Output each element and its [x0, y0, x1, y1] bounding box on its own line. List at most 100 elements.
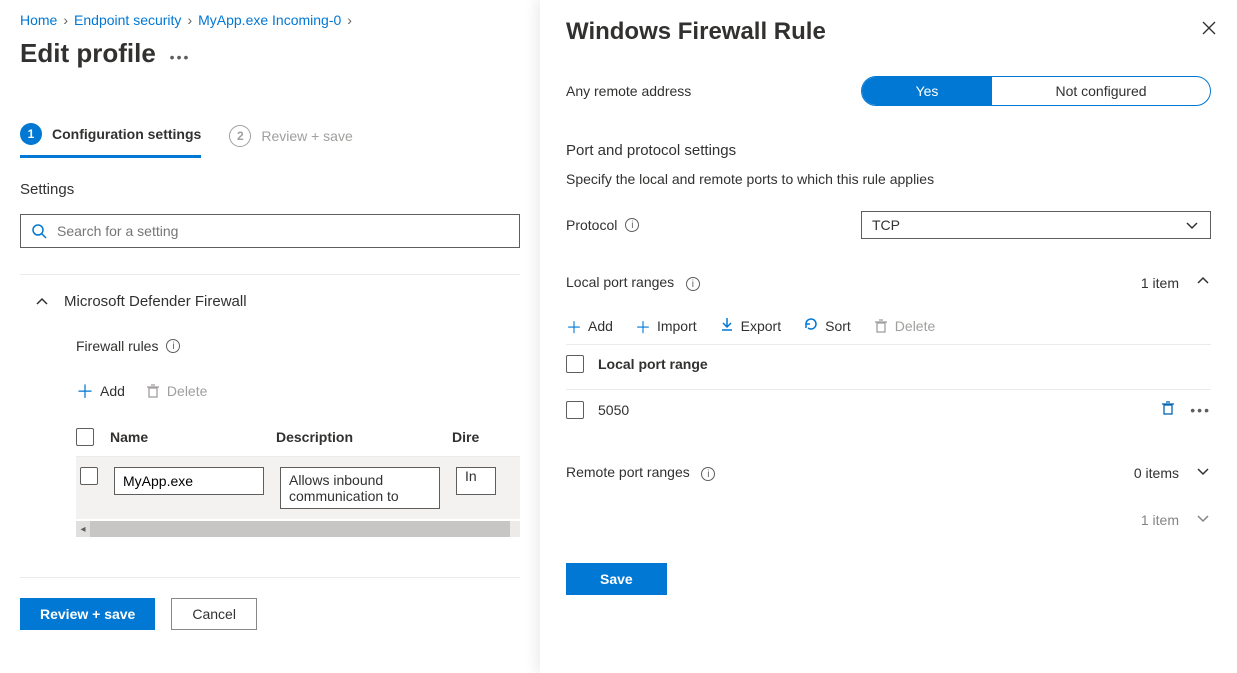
main-pane: Home › Endpoint security › MyApp.exe Inc… [0, 0, 540, 673]
section-title: Microsoft Defender Firewall [64, 293, 247, 310]
add-label: Add [588, 318, 613, 334]
horizontal-scrollbar[interactable]: ◂ [76, 521, 520, 537]
remote-port-ranges[interactable]: Remote port ranges i 0 items [566, 463, 1211, 482]
add-rule-button[interactable]: ＋ Add [76, 378, 125, 404]
plus-icon: ＋ [76, 378, 94, 404]
delete-label: Delete [167, 383, 207, 399]
step-configuration[interactable]: 1 Configuration settings [20, 123, 201, 158]
add-label: Add [100, 383, 125, 399]
info-icon[interactable]: i [166, 339, 180, 353]
table-row[interactable]: Allows inbound communication to In [76, 457, 520, 519]
import-button[interactable]: ＋ Import [635, 314, 697, 338]
add-port-button[interactable]: ＋ Add [566, 314, 613, 338]
search-box[interactable] [20, 214, 520, 248]
port-toolbar: ＋ Add ＋ Import Export Sort Delete [566, 314, 1211, 338]
any-remote-toggle[interactable]: Yes Not configured [861, 76, 1211, 106]
more-icon[interactable]: ••• [1190, 402, 1211, 418]
partial-count: 1 item [1141, 512, 1179, 528]
toggle-not-configured[interactable]: Not configured [992, 77, 1210, 105]
section-firewall[interactable]: Microsoft Defender Firewall [34, 293, 520, 310]
refresh-icon [803, 316, 819, 337]
firewall-rules-heading: Firewall rules i [76, 338, 520, 354]
flyout-title: Windows Firewall Rule [566, 18, 1211, 46]
chevron-down-icon[interactable] [1195, 510, 1211, 529]
port-section-desc: Specify the local and remote ports to wh… [566, 171, 1211, 187]
protocol-label: Protocol i [566, 217, 639, 233]
chevron-down-icon[interactable] [1195, 463, 1211, 482]
trash-icon [145, 383, 161, 399]
protocol-row: Protocol i TCP [566, 211, 1211, 239]
info-icon[interactable]: i [686, 277, 700, 291]
port-row-checkbox[interactable] [566, 401, 584, 419]
toggle-yes[interactable]: Yes [862, 77, 992, 105]
col-name[interactable]: Name [110, 429, 260, 445]
step-review[interactable]: 2 Review + save [229, 123, 352, 158]
step-number: 2 [229, 125, 251, 147]
step-label: Review + save [261, 128, 352, 144]
local-port-ranges[interactable]: Local port ranges i 1 item [566, 273, 1211, 292]
export-button[interactable]: Export [719, 316, 781, 337]
delete-rule-button: Delete [145, 383, 207, 399]
chevron-right-icon: › [187, 12, 192, 28]
port-row[interactable]: 5050 ••• [566, 389, 1211, 429]
chevron-right-icon: › [347, 12, 352, 28]
row-checkbox[interactable] [80, 467, 98, 485]
flyout-footer: Save [566, 563, 1211, 595]
divider [20, 577, 520, 578]
local-ranges-right: 1 item [1141, 273, 1211, 292]
breadcrumb-home[interactable]: Home [20, 12, 57, 28]
search-icon [31, 223, 47, 239]
footer-buttons: Review + save Cancel [20, 598, 520, 630]
delete-port-button: Delete [873, 318, 935, 334]
close-button[interactable] [1201, 20, 1217, 41]
delete-port-icon[interactable] [1160, 400, 1176, 419]
scroll-thumb[interactable] [90, 521, 510, 537]
delete-label: Delete [895, 318, 935, 334]
col-description[interactable]: Description [276, 429, 436, 445]
local-ranges-text: Local port ranges [566, 274, 674, 290]
rules-table: Name Description Dire Allows inbound com… [76, 422, 520, 519]
select-all-checkbox[interactable] [76, 428, 94, 446]
trash-icon [873, 318, 889, 334]
info-icon[interactable]: i [701, 467, 715, 481]
select-all-ports-checkbox[interactable] [566, 355, 584, 373]
search-input[interactable] [57, 223, 509, 239]
remote-ranges-label: Remote port ranges i [566, 464, 715, 482]
local-ranges-count: 1 item [1141, 275, 1179, 291]
info-icon[interactable]: i [625, 218, 639, 232]
any-remote-row: Any remote address Yes Not configured [566, 76, 1211, 106]
chevron-up-icon[interactable] [1195, 273, 1211, 292]
chevron-down-icon [1184, 217, 1200, 233]
rules-toolbar: ＋ Add Delete [76, 378, 520, 404]
divider [20, 274, 520, 275]
rule-name-input[interactable] [114, 467, 264, 495]
breadcrumb-item[interactable]: MyApp.exe Incoming-0 [198, 12, 341, 28]
local-ranges-label: Local port ranges i [566, 274, 700, 292]
protocol-select[interactable]: TCP [861, 211, 1211, 239]
settings-heading: Settings [20, 181, 520, 198]
breadcrumb-section[interactable]: Endpoint security [74, 12, 181, 28]
plus-icon: ＋ [566, 314, 582, 338]
more-menu[interactable]: ••• [170, 49, 191, 65]
col-direction[interactable]: Dire [452, 429, 492, 445]
step-number: 1 [20, 123, 42, 145]
scroll-left-icon[interactable]: ◂ [76, 521, 90, 537]
port-table-header: Local port range [566, 344, 1211, 383]
review-save-button[interactable]: Review + save [20, 598, 155, 630]
sort-button[interactable]: Sort [803, 316, 851, 337]
sort-label: Sort [825, 318, 851, 334]
save-button[interactable]: Save [566, 563, 667, 595]
port-section-title: Port and protocol settings [566, 142, 1211, 159]
breadcrumb: Home › Endpoint security › MyApp.exe Inc… [20, 12, 520, 28]
firewall-rules-label: Firewall rules [76, 338, 158, 354]
table-header: Name Description Dire [76, 422, 520, 457]
rule-description[interactable]: Allows inbound communication to [280, 467, 440, 509]
rule-direction[interactable]: In [456, 467, 496, 495]
port-col-header[interactable]: Local port range [598, 356, 708, 372]
cancel-button[interactable]: Cancel [171, 598, 257, 630]
partial-row: 1 item [566, 510, 1211, 529]
chevron-right-icon: › [63, 12, 68, 28]
remote-ranges-count: 0 items [1134, 465, 1179, 481]
protocol-value: TCP [872, 217, 900, 233]
close-icon [1201, 20, 1217, 36]
